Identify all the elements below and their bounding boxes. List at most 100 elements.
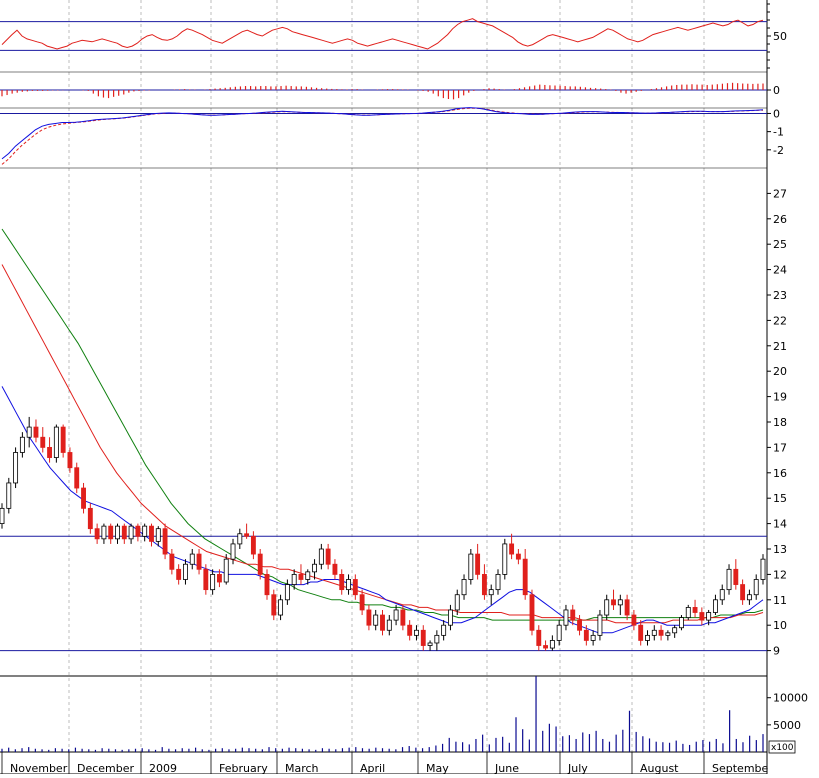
- month-label: Septembe: [712, 762, 769, 774]
- candle-body: [481, 574, 487, 596]
- candle-body: [672, 627, 678, 634]
- candle-body: [216, 574, 222, 583]
- candle-body: [271, 594, 277, 616]
- candle-body: [726, 568, 732, 591]
- candle-body: [502, 543, 508, 575]
- price-tick-label: 9: [773, 645, 780, 658]
- price-tick-label: 15: [773, 492, 787, 505]
- candle-body: [570, 609, 576, 621]
- candle-body: [645, 634, 650, 641]
- candle-body: [60, 426, 66, 453]
- candle-body: [454, 594, 460, 611]
- candle-body: [420, 629, 426, 646]
- price-tick-label: 21: [773, 340, 787, 353]
- candle-body: [325, 548, 331, 565]
- stock-chart: 50 0 0 -1 -2 27 26 25 24 23 22 21 20 19 18 17 16 15 14 13 12…: [0, 0, 819, 775]
- candle-body: [529, 594, 535, 631]
- candle-body: [183, 563, 188, 580]
- candle-body: [679, 617, 684, 629]
- month-label: August: [640, 762, 679, 774]
- candle-body: [81, 487, 86, 509]
- candle-body: [74, 467, 80, 489]
- candle-body: [312, 563, 317, 573]
- candle-body: [733, 568, 739, 585]
- month-label: February: [219, 762, 268, 774]
- candle-body: [590, 634, 596, 641]
- candle-body: [522, 558, 528, 596]
- candle-body: [624, 599, 630, 616]
- candle-body: [121, 525, 127, 540]
- candle-body: [427, 642, 433, 646]
- candle-body: [740, 584, 746, 601]
- chart-svg: 5000-1-227262524232221201918171615141312…: [0, 0, 819, 775]
- candle-body: [244, 533, 250, 537]
- candle-body: [549, 640, 555, 649]
- price-tick-label: 27: [773, 187, 787, 200]
- candle-body: [461, 579, 467, 596]
- candle-body: [142, 525, 148, 537]
- candle-body: [597, 614, 603, 636]
- price-tick-label: 17: [773, 441, 787, 454]
- candle-body: [577, 619, 582, 631]
- candle-body: [373, 614, 379, 626]
- candle-body: [87, 507, 93, 530]
- candle-body: [692, 607, 698, 613]
- candle-body: [719, 589, 725, 601]
- month-label: November: [10, 762, 68, 774]
- candle-body: [366, 609, 372, 626]
- candle-body: [33, 426, 39, 438]
- candle-body: [19, 436, 25, 453]
- candle-body: [536, 629, 542, 646]
- macd-tick-label: 0: [773, 107, 780, 120]
- candle-body: [108, 525, 114, 540]
- month-label: 2009: [149, 762, 177, 774]
- candle-body: [515, 553, 521, 560]
- candle-body: [176, 568, 182, 580]
- candle-body: [47, 446, 53, 458]
- volume-tick-label: 5000: [773, 719, 801, 732]
- candle-body: [13, 452, 19, 484]
- candle-body: [631, 614, 637, 626]
- candle-body: [509, 543, 515, 555]
- month-label: April: [360, 762, 385, 774]
- candle-body: [203, 568, 209, 591]
- candle-body: [665, 632, 671, 636]
- month-label: July: [567, 762, 588, 774]
- candle-body: [556, 624, 562, 641]
- candle-body: [26, 426, 32, 438]
- volume-tick-label: 10000: [773, 692, 808, 705]
- candle-body: [746, 594, 752, 601]
- candle-body: [651, 629, 657, 636]
- candle-body: [223, 558, 229, 583]
- candle-body: [230, 543, 236, 560]
- price-tick-label: 23: [773, 289, 787, 302]
- price-tick-label: 22: [773, 314, 787, 327]
- candle-body: [346, 579, 351, 591]
- candle-body: [563, 609, 569, 626]
- candle-body: [468, 553, 474, 580]
- candle-body: [400, 609, 406, 626]
- candle-body: [380, 614, 385, 631]
- price-tick-label: 18: [773, 416, 787, 429]
- candle-body: [278, 599, 284, 616]
- candle-body: [352, 579, 358, 596]
- candle-body: [386, 619, 392, 631]
- month-label: June: [494, 762, 519, 774]
- candle-body: [753, 579, 759, 596]
- candle-body: [6, 482, 12, 509]
- candle-body: [434, 634, 440, 644]
- candle-body: [115, 525, 120, 540]
- macd-tick-label: -2: [773, 144, 784, 157]
- candle-body: [706, 612, 712, 621]
- macd-tick-label: -1: [773, 126, 784, 139]
- candle-body: [53, 426, 59, 458]
- price-tick-label: 12: [773, 568, 787, 581]
- candle-body: [298, 574, 304, 580]
- candle-body: [264, 574, 270, 596]
- candle-body: [305, 571, 311, 580]
- candle-body: [162, 528, 168, 555]
- price-tick-label: 19: [773, 391, 787, 404]
- price-tick-label: 20: [773, 365, 787, 378]
- candle-body: [617, 599, 623, 606]
- candle-body: [291, 574, 297, 585]
